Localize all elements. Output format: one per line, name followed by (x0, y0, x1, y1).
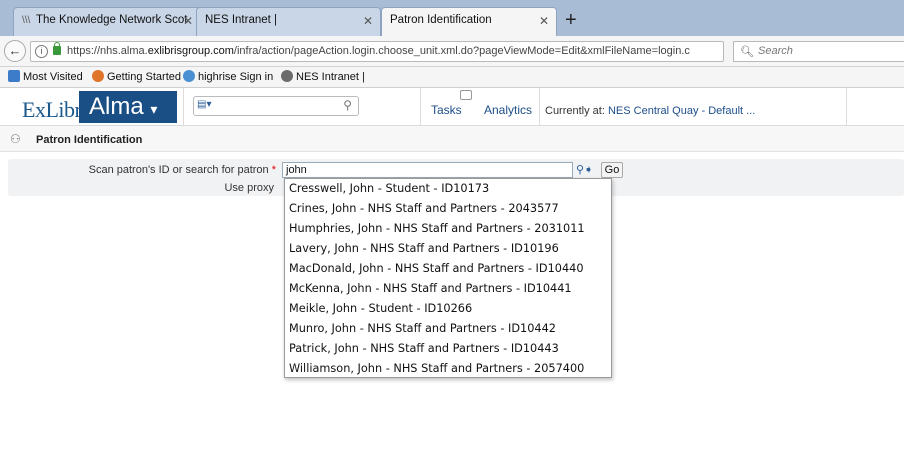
divider (846, 88, 847, 125)
firefox-icon (92, 70, 104, 82)
patron-suggestions-dropdown: Cresswell, John - Student - ID10173 Crin… (284, 178, 612, 378)
search-icon[interactable]: ⚲ (343, 98, 352, 112)
suggestion-item[interactable]: McKenna, John - NHS Staff and Partners -… (285, 279, 611, 299)
suggestion-item[interactable]: MacDonald, John - NHS Staff and Partners… (285, 259, 611, 279)
scan-patron-label: Scan patron's ID or search for patron * (88, 164, 276, 176)
page-title-bar: ⚇ Patron Identification (0, 126, 904, 152)
tab-nes-intranet[interactable]: NES Intranet | ✕ (196, 7, 381, 36)
search-placeholder: Search (758, 45, 793, 57)
chevron-down-icon: ▾ (150, 101, 158, 117)
suggestion-item[interactable]: Williamson, John - NHS Staff and Partner… (285, 359, 611, 379)
tasks-link[interactable]: Tasks (431, 103, 462, 117)
suggestion-item[interactable]: Munro, John - NHS Staff and Partners - I… (285, 319, 611, 339)
tab-label: The Knowledge Network Scot (36, 14, 188, 26)
search-scope-dropdown-icon[interactable]: ▤▾ (197, 99, 219, 113)
browser-search-field[interactable]: 🔍︎ Search (733, 41, 904, 62)
divider (539, 88, 540, 125)
globe-icon (281, 70, 293, 82)
bookmarks-toolbar: Most Visited Getting Started highrise Si… (0, 67, 904, 88)
close-tab-icon[interactable]: ✕ (183, 14, 193, 28)
tab-label: NES Intranet | (205, 14, 278, 26)
patron-search-input[interactable]: john (282, 162, 573, 178)
use-proxy-label: Use proxy (224, 182, 274, 194)
most-visited-icon (8, 70, 20, 82)
info-icon[interactable]: i (35, 45, 48, 58)
new-tab-icon[interactable]: + (565, 10, 577, 30)
header-search-input[interactable]: ▤▾ ⚲ (193, 96, 359, 116)
suggestion-item[interactable]: Cresswell, John - Student - ID10173 (285, 179, 611, 199)
back-arrow-icon[interactable]: ← (4, 40, 26, 62)
search-icon: 🔍︎ (740, 46, 754, 58)
alma-menu-button[interactable]: Alma ▾ (79, 91, 177, 123)
tab-patron-identification[interactable]: Patron Identification ✕ (381, 7, 557, 36)
bookmark-nes-intranet[interactable]: NES Intranet | (281, 70, 365, 83)
url-text[interactable]: https://nhs.alma.exlibrisgroup.com/infra… (67, 45, 705, 57)
cloud-icon (183, 70, 195, 82)
bookmark-highrise[interactable]: highrise Sign in (183, 70, 273, 83)
suggestion-item[interactable]: Lavery, John - NHS Staff and Partners - … (285, 239, 611, 259)
alma-header: ExLibris Alma ▾ ▤▾ ⚲ Tasks Analytics Cur… (0, 88, 904, 126)
tab-label: Patron Identification (390, 14, 492, 26)
browser-tab-strip: \\\ The Knowledge Network Scot ✕ NES Intr… (0, 0, 904, 36)
browser-nav-bar: ← i https://nhs.alma.exlibrisgroup.com/i… (0, 36, 904, 67)
suggestion-item[interactable]: Meikle, John - Student - ID10266 (285, 299, 611, 319)
divider (183, 88, 184, 125)
current-location-link[interactable]: NES Central Quay - Default ... (608, 105, 755, 117)
patron-icon: ⚇ (10, 132, 21, 146)
lock-icon[interactable] (53, 42, 61, 55)
bookmark-most-visited[interactable]: Most Visited (8, 70, 83, 83)
suggestion-item[interactable]: Patrick, John - NHS Staff and Partners -… (285, 339, 611, 359)
search-arrow-icon[interactable]: ⚲➧ (576, 163, 593, 176)
knowledge-network-icon: \\\ (22, 15, 31, 26)
analytics-link[interactable]: Analytics (484, 103, 532, 117)
bookmark-getting-started[interactable]: Getting Started (92, 70, 181, 83)
current-location: Currently at: NES Central Quay - Default… (545, 105, 756, 117)
suggestion-item[interactable]: Humphries, John - NHS Staff and Partners… (285, 219, 611, 239)
go-button[interactable]: Go (601, 162, 623, 178)
divider (420, 88, 421, 125)
close-tab-icon[interactable]: ✕ (539, 14, 549, 28)
url-bar[interactable]: i https://nhs.alma.exlibrisgroup.com/inf… (30, 41, 744, 62)
page-title: Patron Identification (36, 134, 143, 146)
suggestion-item[interactable]: Crines, John - NHS Staff and Partners - … (285, 199, 611, 219)
tasks-icon[interactable] (460, 90, 472, 100)
close-tab-icon[interactable]: ✕ (363, 14, 373, 28)
tab-knowledge-network[interactable]: \\\ The Knowledge Network Scot ✕ (13, 7, 201, 36)
